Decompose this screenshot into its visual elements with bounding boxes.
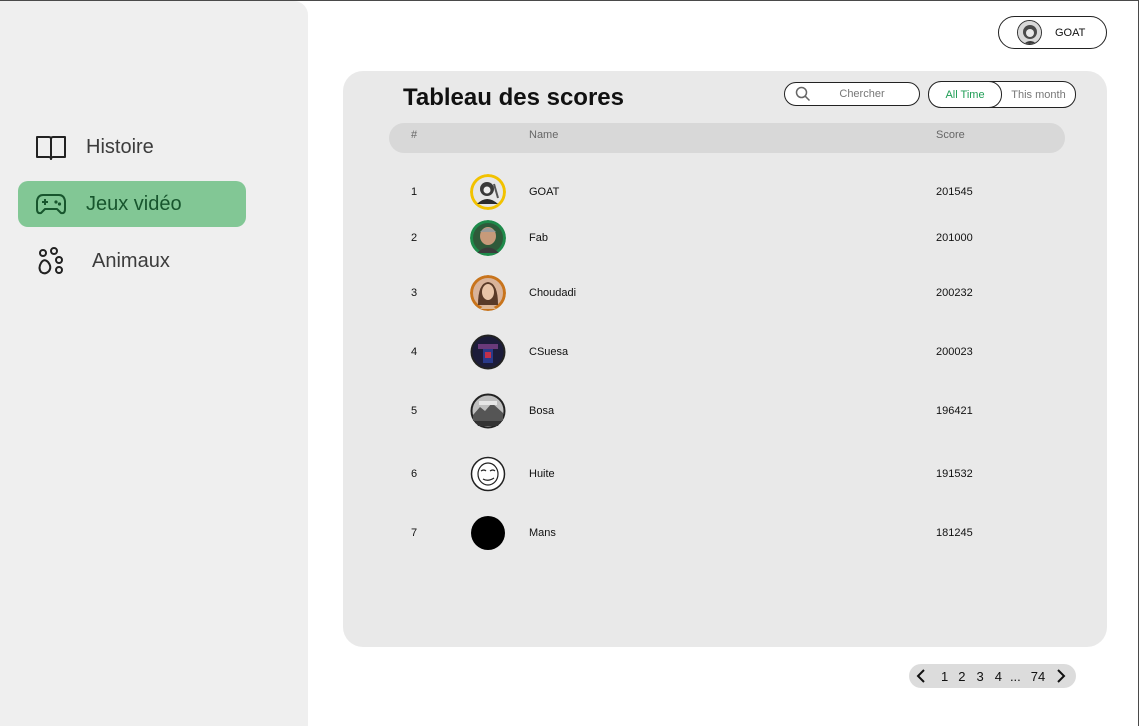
table-row[interactable]: 3 Choudadi 200232 [343,273,1107,313]
avatar [470,275,506,311]
row-score: 191532 [936,468,973,480]
row-rank: 6 [411,468,418,480]
row-rank: 4 [411,346,418,358]
row-rank: 5 [411,405,418,417]
page-74[interactable]: 74 [1031,669,1045,684]
row-name: Mans [529,527,556,539]
sidebar-item-jeux-video[interactable]: Jeux vidéo [18,181,246,227]
search-input[interactable] [817,88,907,100]
gamepad-icon [34,187,68,221]
sidebar-item-animaux[interactable]: Animaux [18,238,246,284]
user-profile-button[interactable]: GOAT [998,16,1107,49]
sidebar-item-label: Histoire [86,135,154,158]
filter-this-month[interactable]: This month [1002,82,1075,107]
pagination: 1 2 3 4 ... 74 [909,664,1076,688]
table-row[interactable]: 5 Bosa 196421 [343,391,1107,431]
avatar [470,334,506,370]
row-rank: 7 [411,527,418,539]
column-header-rank: # [411,129,418,141]
row-rank: 2 [411,232,418,244]
row-rank: 3 [411,287,418,299]
table-row[interactable]: 7 Mans 181245 [343,513,1107,553]
book-icon [34,130,68,164]
page-ellipsis: ... [1009,668,1021,684]
paw-icon [34,244,68,278]
row-name: Choudadi [529,287,577,299]
table-row[interactable]: 6 Huite 191532 [343,454,1107,494]
chevron-right-icon[interactable] [1051,666,1071,686]
row-rank: 1 [411,186,418,198]
sidebar: Histoire Jeux vidéo Animaux [0,1,308,726]
time-filter-toggle: All Time This month [928,81,1076,108]
row-name: GOAT [529,186,560,198]
chevron-left-icon[interactable] [911,666,931,686]
sidebar-item-label: Jeux vidéo [86,192,182,215]
row-name: CSuesa [529,346,569,358]
page-4[interactable]: 4 [995,669,1002,684]
row-score: 200023 [936,346,973,358]
table-row[interactable]: 1 GOAT 201545 [343,172,1107,212]
search-box[interactable] [784,82,920,106]
row-score: 181245 [936,527,973,539]
table-header: # Name Score [389,123,1065,153]
user-name: GOAT [1055,26,1086,39]
page-title: Tableau des scores [403,84,624,111]
table-row[interactable]: 4 CSuesa 200023 [343,332,1107,372]
avatar [470,174,506,210]
app-frame: Histoire Jeux vidéo Animaux GOAT Tableau… [0,0,1139,726]
column-header-score: Score [936,129,965,141]
row-name: Bosa [529,405,555,417]
table-row[interactable]: 2 Fab 201000 [343,218,1107,258]
sidebar-item-histoire[interactable]: Histoire [18,124,246,170]
page-3[interactable]: 3 [976,669,983,684]
column-header-name: Name [529,129,559,141]
row-name: Fab [529,232,548,244]
row-score: 200232 [936,287,973,299]
row-score: 196421 [936,405,973,417]
row-score: 201545 [936,186,973,198]
sidebar-item-label: Animaux [92,249,170,272]
avatar [1017,20,1042,45]
leaderboard-panel: Tableau des scores All Time This month #… [343,71,1107,647]
avatar [470,393,506,429]
search-icon [795,86,811,102]
filter-all-time[interactable]: All Time [929,82,1002,107]
avatar [470,220,506,256]
page-2[interactable]: 2 [958,669,965,684]
page-1[interactable]: 1 [941,669,948,684]
row-name: Huite [529,468,555,480]
row-score: 201000 [936,232,973,244]
avatar [470,456,506,492]
avatar [470,515,506,551]
